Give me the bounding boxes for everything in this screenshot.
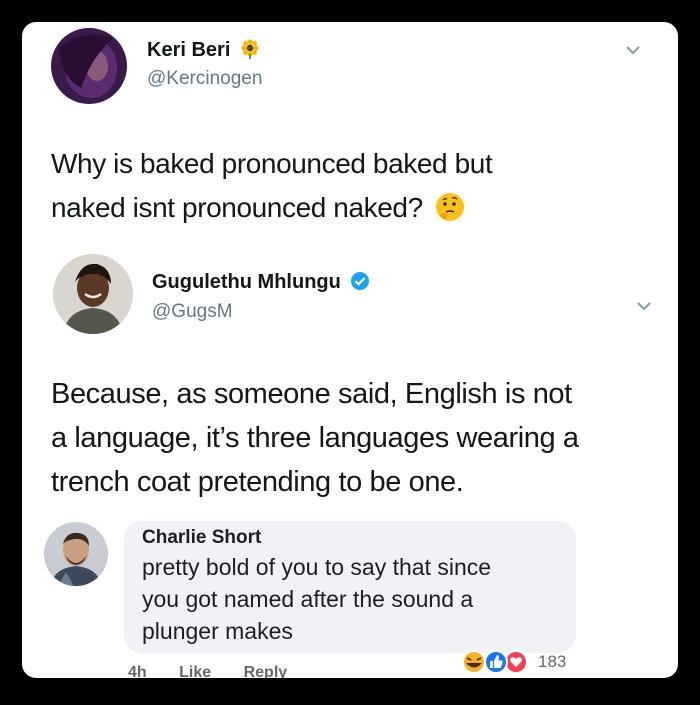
display-name[interactable]: Keri Beri — [147, 39, 260, 65]
thinking-face-icon — [434, 191, 466, 236]
love-reaction-icon — [504, 650, 528, 674]
comment-time: 4h — [128, 664, 147, 678]
comment-text: pretty bold of you to say that since you… — [142, 554, 492, 644]
avatar[interactable] — [51, 28, 127, 104]
like-link[interactable]: Like — [179, 664, 211, 678]
user-handle[interactable]: @Kercinogen — [147, 68, 262, 90]
tweet-text: Because, as someone said, English is not… — [51, 378, 579, 498]
laugh-reaction-icon — [462, 650, 486, 674]
tweet-text: Why is baked pronounced baked but naked … — [51, 142, 493, 236]
chevron-down-icon[interactable] — [624, 44, 642, 56]
verified-badge-icon — [350, 271, 370, 297]
reactions-summary[interactable] — [450, 650, 534, 674]
avatar[interactable] — [53, 254, 133, 334]
commenter-name[interactable]: Charlie Short — [142, 527, 261, 549]
chevron-down-icon[interactable] — [635, 300, 653, 312]
comment-bubble: Charlie Short pretty bold of you to say … — [124, 521, 576, 653]
display-name[interactable]: Gugulethu Mhlungu — [152, 271, 370, 297]
sunflower-icon — [240, 39, 260, 65]
like-reaction-icon — [484, 650, 508, 674]
reply-link[interactable]: Reply — [244, 664, 288, 678]
comment-actions: 4h Like Reply — [128, 664, 315, 678]
tweet-keri-beri: Keri Beri @Kercinogen Why is baked prono… — [22, 22, 678, 262]
tweet-gugulethu: Gugulethu Mhlungu @GugsM Because, as som… — [22, 252, 678, 522]
commenter-avatar[interactable] — [44, 522, 108, 586]
screenshot-card: Keri Beri @Kercinogen Why is baked prono… — [22, 22, 678, 678]
reaction-count: 183 — [538, 652, 567, 671]
user-handle[interactable]: @GugsM — [152, 301, 233, 323]
